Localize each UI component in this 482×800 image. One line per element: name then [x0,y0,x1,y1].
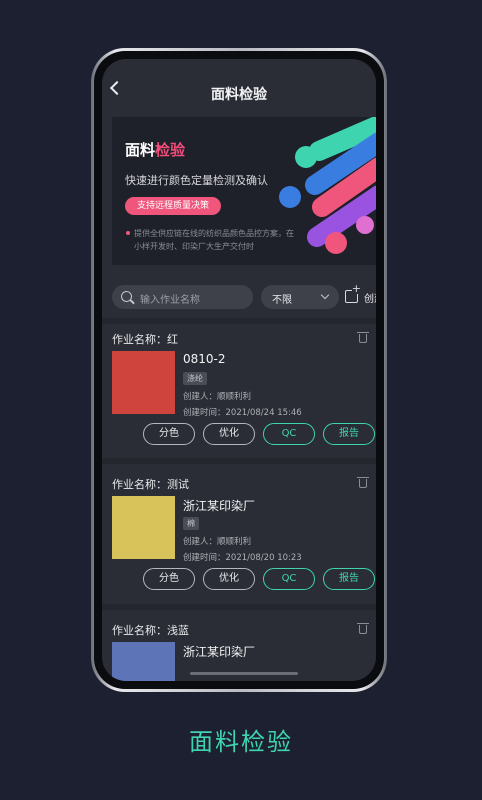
optimize-button[interactable]: 优化 [203,423,255,445]
material-tag: 涤纶 [183,372,207,385]
app-screen: 面料检验 面料检验 快速进行颜色定量检测及确认 支持远程质量决策 提供全供应链在… [102,59,376,681]
divider [102,604,376,610]
banner-title-plain: 面料 [125,141,156,159]
promo-banner[interactable]: 面料检验 快速进行颜色定量检测及确认 支持远程质量决策 提供全供应链在线的纺织品… [112,117,376,265]
job-code: 浙江某印染厂 [183,499,256,513]
divider [102,458,376,464]
color-swatch [112,642,175,681]
separate-color-button[interactable]: 分色 [143,568,195,590]
banner-title-highlight: 检验 [155,141,186,159]
nav-bar: 面料检验 [102,59,376,103]
created-time: 创建时间：2021/08/20 10:23 [183,553,302,563]
job-name: 作业名称：测试 [112,478,189,491]
created-time: 创建时间：2021/08/24 15:46 [183,408,302,418]
qc-button[interactable]: QC [263,568,315,590]
job-card[interactable]: 作业名称：测试 浙江某印染厂 棉 创建人：顺顺利利 创建时间：2021/08/2… [102,476,376,606]
job-code: 0810-2 [183,352,226,366]
report-button[interactable]: 报告 [323,568,375,590]
remote-quality-button[interactable]: 支持远程质量决策 [125,197,221,215]
home-indicator [190,672,298,675]
trash-icon[interactable] [357,331,369,343]
report-button[interactable]: 报告 [323,423,375,445]
phone-frame: 面料检验 面料检验 快速进行颜色定量检测及确认 支持远程质量决策 提供全供应链在… [91,48,387,692]
banner-subtitle: 快速进行颜色定量检测及确认 [125,174,268,187]
filter-select[interactable]: 不限 [261,285,339,309]
creator: 创建人：顺顺利利 [183,392,252,402]
job-code: 浙江某印染厂 [183,645,256,659]
qc-button[interactable]: QC [263,423,315,445]
search-input[interactable]: 输入作业名称 [112,285,253,309]
separate-color-button[interactable]: 分色 [143,423,195,445]
caption: 面料检验 [189,728,293,756]
creator: 创建人：顺顺利利 [183,537,252,547]
trash-icon[interactable] [357,476,369,488]
add-icon [345,283,361,303]
banner-title: 面料检验 [125,139,185,160]
phone-bezel: 面料检验 面料检验 快速进行颜色定量检测及确认 支持远程质量决策 提供全供应链在… [94,51,384,689]
job-name: 作业名称：浅蓝 [112,624,189,637]
filter-value: 不限 [272,295,292,306]
color-swatch [112,496,175,559]
search-placeholder: 输入作业名称 [140,295,200,306]
search-icon [121,291,132,302]
trash-icon[interactable] [357,622,369,634]
optimize-button[interactable]: 优化 [203,568,255,590]
chevron-down-icon [320,290,330,300]
page-title: 面料检验 [211,87,267,103]
job-name: 作业名称：红 [112,333,178,346]
bullet-dot-icon [126,231,130,235]
banner-illustration [279,117,376,254]
material-tag: 棉 [183,517,199,530]
divider [102,318,376,324]
color-swatch [112,351,175,414]
create-label: 创建 [364,294,376,305]
job-card[interactable]: 作业名称：红 0810-2 涤纶 创建人：顺顺利利 创建时间：2021/08/2… [102,331,376,461]
